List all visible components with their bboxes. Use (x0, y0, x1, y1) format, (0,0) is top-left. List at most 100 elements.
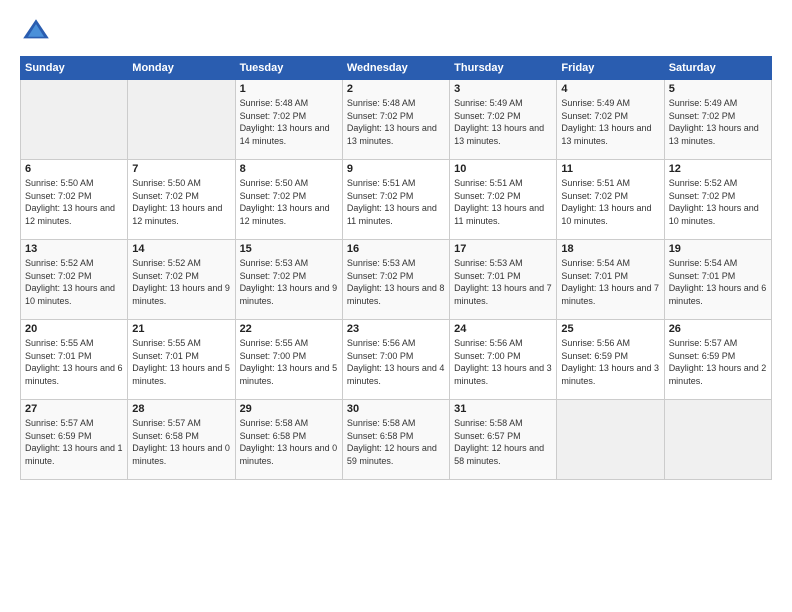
day-number: 13 (25, 243, 123, 255)
day-number: 25 (561, 323, 659, 335)
calendar-cell (21, 80, 128, 160)
weekday-header-wednesday: Wednesday (342, 57, 449, 80)
day-number: 30 (347, 403, 445, 415)
calendar-cell: 11 Sunrise: 5:51 AM Sunset: 7:02 PM Dayli… (557, 160, 664, 240)
day-info: Sunrise: 5:53 AM Sunset: 7:02 PM Dayligh… (240, 257, 338, 307)
calendar-cell: 16 Sunrise: 5:53 AM Sunset: 7:02 PM Dayli… (342, 240, 449, 320)
day-number: 20 (25, 323, 123, 335)
day-number: 17 (454, 243, 552, 255)
calendar-cell: 4 Sunrise: 5:49 AM Sunset: 7:02 PM Daylig… (557, 80, 664, 160)
day-info: Sunrise: 5:55 AM Sunset: 7:01 PM Dayligh… (132, 337, 230, 387)
day-number: 5 (669, 83, 767, 95)
day-number: 15 (240, 243, 338, 255)
day-number: 6 (25, 163, 123, 175)
weekday-header-saturday: Saturday (664, 57, 771, 80)
day-number: 26 (669, 323, 767, 335)
calendar-cell: 10Sunrise: 5:51 AM Sunset: 7:02 PM Dayli… (450, 160, 557, 240)
day-info: Sunrise: 5:49 AM Sunset: 7:02 PM Dayligh… (454, 97, 552, 147)
header (20, 16, 772, 48)
day-info: Sunrise: 5:53 AM Sunset: 7:02 PM Dayligh… (347, 257, 445, 307)
day-info: Sunrise: 5:48 AM Sunset: 7:02 PM Dayligh… (240, 97, 338, 147)
calendar-cell: 26 Sunrise: 5:57 AM Sunset: 6:59 PM Dayli… (664, 320, 771, 400)
day-info: Sunrise: 5:57 AM Sunset: 6:59 PM Dayligh… (669, 337, 767, 387)
calendar-cell: 21 Sunrise: 5:55 AM Sunset: 7:01 PM Dayli… (128, 320, 235, 400)
calendar-body: 1 Sunrise: 5:48 AM Sunset: 7:02 PM Daylig… (21, 80, 772, 480)
day-number: 23 (347, 323, 445, 335)
day-info: Sunrise: 5:58 AM Sunset: 6:58 PM Dayligh… (240, 417, 338, 467)
day-number: 7 (132, 163, 230, 175)
weekday-header-sunday: Sunday (21, 57, 128, 80)
day-number: 12 (669, 163, 767, 175)
day-info: Sunrise: 5:58 AM Sunset: 6:57 PM Dayligh… (454, 417, 552, 467)
day-number: 21 (132, 323, 230, 335)
day-number: 18 (561, 243, 659, 255)
day-info: Sunrise: 5:50 AM Sunset: 7:02 PM Dayligh… (25, 177, 123, 227)
calendar-cell (128, 80, 235, 160)
calendar-cell: 17Sunrise: 5:53 AM Sunset: 7:01 PM Dayli… (450, 240, 557, 320)
calendar-week-1: 1 Sunrise: 5:48 AM Sunset: 7:02 PM Daylig… (21, 80, 772, 160)
day-info: Sunrise: 5:49 AM Sunset: 7:02 PM Dayligh… (561, 97, 659, 147)
day-info: Sunrise: 5:58 AM Sunset: 6:58 PM Dayligh… (347, 417, 445, 467)
calendar-cell: 14Sunrise: 5:52 AM Sunset: 7:02 PM Dayli… (128, 240, 235, 320)
logo-icon (20, 16, 52, 48)
day-info: Sunrise: 5:55 AM Sunset: 7:00 PM Dayligh… (240, 337, 338, 387)
day-info: Sunrise: 5:51 AM Sunset: 7:02 PM Dayligh… (347, 177, 445, 227)
day-info: Sunrise: 5:48 AM Sunset: 7:02 PM Dayligh… (347, 97, 445, 147)
calendar-cell: 13 Sunrise: 5:52 AM Sunset: 7:02 PM Dayli… (21, 240, 128, 320)
day-number: 8 (240, 163, 338, 175)
day-number: 3 (454, 83, 552, 95)
calendar-cell: 6 Sunrise: 5:50 AM Sunset: 7:02 PM Daylig… (21, 160, 128, 240)
calendar-cell: 31Sunrise: 5:58 AM Sunset: 6:57 PM Dayli… (450, 400, 557, 480)
day-info: Sunrise: 5:52 AM Sunset: 7:02 PM Dayligh… (25, 257, 123, 307)
calendar-cell: 8 Sunrise: 5:50 AM Sunset: 7:02 PM Daylig… (235, 160, 342, 240)
calendar-week-5: 27Sunrise: 5:57 AM Sunset: 6:59 PM Dayli… (21, 400, 772, 480)
logo (20, 16, 56, 48)
day-number: 2 (347, 83, 445, 95)
day-info: Sunrise: 5:56 AM Sunset: 7:00 PM Dayligh… (454, 337, 552, 387)
day-info: Sunrise: 5:57 AM Sunset: 6:58 PM Dayligh… (132, 417, 230, 467)
weekday-header-row: SundayMondayTuesdayWednesdayThursdayFrid… (21, 57, 772, 80)
calendar-cell: 7 Sunrise: 5:50 AM Sunset: 7:02 PM Daylig… (128, 160, 235, 240)
calendar-cell: 2 Sunrise: 5:48 AM Sunset: 7:02 PM Daylig… (342, 80, 449, 160)
weekday-header-thursday: Thursday (450, 57, 557, 80)
day-info: Sunrise: 5:50 AM Sunset: 7:02 PM Dayligh… (132, 177, 230, 227)
day-number: 9 (347, 163, 445, 175)
calendar-cell: 20 Sunrise: 5:55 AM Sunset: 7:01 PM Dayli… (21, 320, 128, 400)
calendar-cell: 30 Sunrise: 5:58 AM Sunset: 6:58 PM Dayli… (342, 400, 449, 480)
day-number: 19 (669, 243, 767, 255)
day-number: 14 (132, 243, 230, 255)
calendar-cell: 19Sunrise: 5:54 AM Sunset: 7:01 PM Dayli… (664, 240, 771, 320)
day-number: 4 (561, 83, 659, 95)
day-info: Sunrise: 5:51 AM Sunset: 7:02 PM Dayligh… (454, 177, 552, 227)
day-info: Sunrise: 5:52 AM Sunset: 7:02 PM Dayligh… (669, 177, 767, 227)
calendar-header: SundayMondayTuesdayWednesdayThursdayFrid… (21, 57, 772, 80)
day-info: Sunrise: 5:56 AM Sunset: 6:59 PM Dayligh… (561, 337, 659, 387)
day-number: 28 (132, 403, 230, 415)
calendar-cell: 3 Sunrise: 5:49 AM Sunset: 7:02 PM Daylig… (450, 80, 557, 160)
day-info: Sunrise: 5:50 AM Sunset: 7:02 PM Dayligh… (240, 177, 338, 227)
calendar-cell: 1 Sunrise: 5:48 AM Sunset: 7:02 PM Daylig… (235, 80, 342, 160)
calendar-cell: 23Sunrise: 5:56 AM Sunset: 7:00 PM Dayli… (342, 320, 449, 400)
day-number: 22 (240, 323, 338, 335)
calendar-cell: 5 Sunrise: 5:49 AM Sunset: 7:02 PM Daylig… (664, 80, 771, 160)
calendar-week-4: 20 Sunrise: 5:55 AM Sunset: 7:01 PM Dayli… (21, 320, 772, 400)
day-number: 29 (240, 403, 338, 415)
day-number: 1 (240, 83, 338, 95)
day-info: Sunrise: 5:49 AM Sunset: 7:02 PM Dayligh… (669, 97, 767, 147)
day-info: Sunrise: 5:57 AM Sunset: 6:59 PM Dayligh… (25, 417, 123, 467)
calendar-cell: 18Sunrise: 5:54 AM Sunset: 7:01 PM Dayli… (557, 240, 664, 320)
calendar-cell: 9 Sunrise: 5:51 AM Sunset: 7:02 PM Daylig… (342, 160, 449, 240)
day-number: 11 (561, 163, 659, 175)
calendar-cell: 24Sunrise: 5:56 AM Sunset: 7:00 PM Dayli… (450, 320, 557, 400)
calendar-cell: 22 Sunrise: 5:55 AM Sunset: 7:00 PM Dayli… (235, 320, 342, 400)
calendar-cell: 15 Sunrise: 5:53 AM Sunset: 7:02 PM Dayli… (235, 240, 342, 320)
calendar-cell (557, 400, 664, 480)
weekday-header-monday: Monday (128, 57, 235, 80)
calendar-cell: 25 Sunrise: 5:56 AM Sunset: 6:59 PM Dayli… (557, 320, 664, 400)
calendar-cell: 28 Sunrise: 5:57 AM Sunset: 6:58 PM Dayli… (128, 400, 235, 480)
page: SundayMondayTuesdayWednesdayThursdayFrid… (0, 0, 792, 612)
weekday-header-tuesday: Tuesday (235, 57, 342, 80)
day-info: Sunrise: 5:55 AM Sunset: 7:01 PM Dayligh… (25, 337, 123, 387)
day-number: 16 (347, 243, 445, 255)
day-info: Sunrise: 5:51 AM Sunset: 7:02 PM Dayligh… (561, 177, 659, 227)
